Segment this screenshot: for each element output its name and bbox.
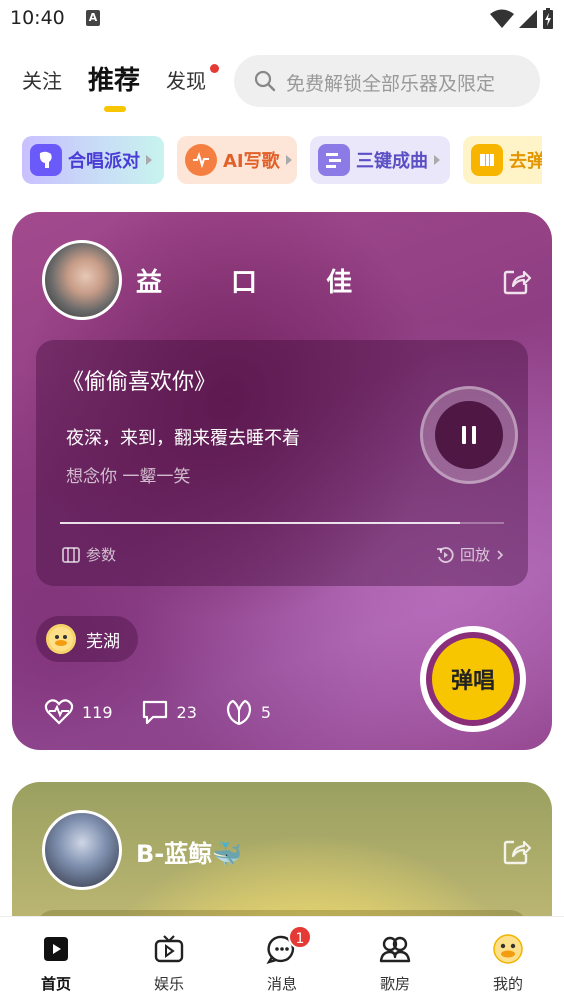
replay-button[interactable]: 回放	[436, 544, 504, 565]
feature-chips: 合唱派对 AI写歌 三键成曲 去弹	[22, 136, 542, 184]
comment-button[interactable]: 23	[141, 699, 197, 725]
pause-button[interactable]	[420, 386, 518, 484]
replay-label: 回放	[459, 546, 490, 564]
chip-label: 去弹	[509, 151, 542, 172]
playback-progress-track[interactable]	[60, 522, 504, 524]
tv-icon	[154, 935, 184, 963]
home-play-icon	[44, 937, 68, 961]
chip-go-play[interactable]: 去弹	[463, 136, 542, 184]
user-name[interactable]: 益 口 佳	[136, 262, 382, 299]
compose-icon	[318, 144, 350, 176]
unread-badge: 1	[288, 925, 312, 949]
gift-count: 5	[260, 702, 272, 722]
mic-icon	[30, 144, 62, 176]
wifi-icon	[490, 9, 514, 28]
nav-label: 我的	[492, 975, 523, 993]
piano-icon	[62, 546, 80, 563]
status-bar: 10:40 A	[0, 0, 564, 38]
lyric-player: 《偷偷喜欢你》 夜深，来到，翻来覆去睡不着 想念你 一颦一笑 参数 回放	[36, 340, 528, 586]
chip-label: AI写歌	[223, 151, 280, 172]
avatar[interactable]	[42, 810, 122, 890]
nav-label: 娱乐	[153, 975, 184, 993]
nav-profile[interactable]: 我的	[468, 929, 548, 994]
params-button[interactable]: 参数	[62, 544, 116, 565]
sing-button[interactable]: 弹唱	[420, 626, 526, 732]
nav-label: 首页	[40, 975, 71, 993]
params-label: 参数	[86, 546, 117, 564]
duck-avatar-icon	[493, 934, 523, 964]
like-count: 119	[82, 702, 113, 722]
comment-icon	[142, 700, 167, 725]
chip-ai-write[interactable]: AI写歌	[177, 136, 297, 184]
status-icons	[490, 8, 554, 30]
book-icon	[471, 144, 503, 176]
feed-card[interactable]: 益 口 佳 《偷偷喜欢你》 夜深，来到，翻来覆去睡不着 想念你 一颦一笑 参数 …	[12, 212, 552, 750]
status-time: 10:40	[10, 7, 65, 29]
lyric-line-current: 夜深，来到，翻来覆去睡不着	[66, 428, 300, 449]
playback-progress-fill	[60, 522, 460, 524]
people-icon	[379, 936, 411, 963]
nav-messages[interactable]: 1 消息	[242, 925, 322, 994]
like-button[interactable]: 119	[44, 699, 113, 725]
avatar[interactable]	[42, 240, 122, 320]
lyric-line-next: 想念你 一颦一笑	[66, 467, 191, 487]
pause-icon	[462, 426, 476, 444]
active-tab-indicator	[104, 106, 126, 112]
location-tag[interactable]: 芜湖	[36, 616, 138, 662]
song-title: 《偷偷喜欢你》	[62, 370, 217, 395]
chevron-right-icon	[497, 549, 504, 560]
signal-icon	[519, 10, 537, 28]
gift-button[interactable]: 5	[225, 698, 271, 726]
flower-icon	[226, 699, 252, 726]
replay-icon	[436, 546, 454, 563]
location-label: 芜湖	[86, 631, 120, 652]
chevron-right-icon	[285, 155, 292, 165]
comment-count: 23	[176, 702, 197, 722]
search-bar[interactable]: 免费解锁全部乐器及限定	[234, 55, 540, 107]
top-nav: 关注 推荐 发现 免费解锁全部乐器及限定	[0, 50, 564, 120]
chip-chorus-party[interactable]: 合唱派对	[22, 136, 164, 184]
battery-icon	[543, 8, 553, 29]
nav-label: 歌房	[379, 975, 410, 993]
nav-song-room[interactable]: 歌房	[355, 929, 435, 994]
share-icon[interactable]	[502, 266, 532, 296]
search-icon	[254, 70, 276, 92]
tab-recommend[interactable]: 推荐	[88, 60, 140, 97]
chevron-right-icon	[434, 155, 440, 165]
search-placeholder: 免费解锁全部乐器及限定	[286, 73, 496, 95]
duck-avatar-icon	[46, 624, 76, 654]
engagement-stats: 119 23 5	[44, 698, 299, 726]
share-icon[interactable]	[502, 836, 532, 866]
nav-entertainment[interactable]: 娱乐	[129, 929, 209, 994]
tab-follow[interactable]: 关注	[22, 65, 62, 94]
chip-three-keys[interactable]: 三键成曲	[310, 136, 450, 184]
tab-discover[interactable]: 发现	[166, 65, 206, 94]
discover-red-dot	[210, 64, 219, 73]
heart-pulse-icon	[44, 699, 74, 725]
sing-button-label: 弹唱	[432, 638, 514, 720]
nav-home[interactable]: 首页	[16, 929, 96, 994]
nav-label: 消息	[266, 975, 297, 993]
ai-write-icon	[185, 144, 217, 176]
chip-label: 三键成曲	[356, 151, 428, 172]
chevron-right-icon	[146, 155, 152, 165]
chip-label: 合唱派对	[68, 151, 140, 172]
notification-icon: A	[86, 10, 100, 26]
bottom-nav: 首页 娱乐 1 消息 歌房 我的	[0, 916, 564, 1004]
user-name[interactable]: B-蓝鲸🐳	[136, 834, 242, 869]
